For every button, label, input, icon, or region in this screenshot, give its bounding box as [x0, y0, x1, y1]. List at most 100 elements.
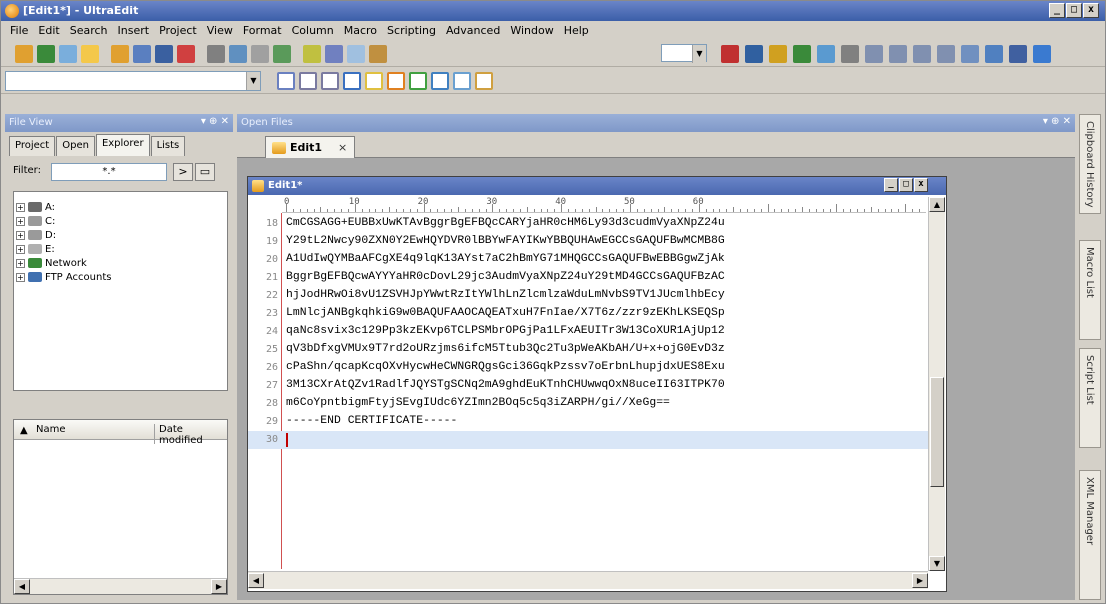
expand-icon[interactable]: + — [16, 258, 25, 268]
toolbar-button-icon[interactable] — [431, 72, 449, 90]
toolbar-button-icon[interactable] — [299, 72, 317, 90]
tree-item[interactable]: + FTP Accounts — [16, 270, 111, 284]
line-text[interactable]: A1UdIwQYMBaAFCgXE4q9lqK13AYst7aC2hBmYG71… — [286, 253, 725, 265]
tab-lists[interactable]: Lists — [150, 136, 186, 156]
side-tab-xml-manager[interactable]: XML Manager — [1079, 470, 1101, 600]
editor-line[interactable]: 26 cPaShn/qcapKcqOXvHycwHeCWNGRQgsGci36Gq… — [248, 359, 928, 377]
line-text[interactable]: m6CoYpntbigmFtyjSEvgIUdc6YZImn2BOq5c5q3i… — [286, 397, 670, 409]
menu-file[interactable]: File — [5, 22, 33, 40]
editor-close-button[interactable]: x — [914, 178, 928, 192]
editor-line[interactable]: 21 BggrBgEFBQcwAYYYaHR0cDovL29jc3AudmVyaX… — [248, 269, 928, 287]
toolbar-button-icon[interactable] — [111, 45, 129, 63]
tree-item[interactable]: + A: — [16, 200, 55, 214]
toolbar-button-icon[interactable] — [865, 45, 883, 63]
toolbar-button-icon[interactable] — [155, 45, 173, 63]
line-text[interactable]: LmNlcjANBgkqhkiG9w0BAQUFAAOCAQEATxuH7FnI… — [286, 307, 725, 319]
menu-insert[interactable]: Insert — [113, 22, 155, 40]
menu-edit[interactable]: Edit — [33, 22, 64, 40]
editor-line[interactable]: 29 -----END CERTIFICATE----- — [248, 413, 928, 431]
expand-icon[interactable]: + — [16, 244, 25, 254]
editor-line[interactable]: 30 — [248, 431, 928, 449]
toolbar-button-icon[interactable] — [409, 72, 427, 90]
close-tab-icon[interactable]: × — [338, 141, 347, 154]
toolbar-button-icon[interactable] — [273, 45, 291, 63]
scroll-right-icon[interactable]: ▶ — [912, 573, 928, 588]
menu-view[interactable]: View — [202, 22, 238, 40]
name-column-header[interactable]: Name — [36, 424, 66, 435]
editor-line[interactable]: 20 A1UdIwQYMBaAFCgXE4q9lqK13AYst7aC2hBmYG… — [248, 251, 928, 269]
toolbar-button-icon[interactable] — [133, 45, 151, 63]
toolbar-button-icon[interactable] — [59, 45, 77, 63]
editor-line[interactable]: 24 qaNc8svix3c129Pp3kzEKvp6TCLPSMbrOPGjPa… — [248, 323, 928, 341]
editor-line[interactable]: 18 CmCGSAGG+EUBBxUwKTAvBggrBgEFBQcCARYjaH… — [248, 215, 928, 233]
editor-maximize-button[interactable]: □ — [899, 178, 913, 192]
filter-apply-button[interactable]: > — [173, 163, 193, 181]
tree-item[interactable]: + Network — [16, 256, 87, 270]
toolbar-button-icon[interactable] — [745, 45, 763, 63]
toolbar-button-icon[interactable] — [321, 72, 339, 90]
toolbar-button-icon[interactable] — [961, 45, 979, 63]
toolbar-button-icon[interactable] — [721, 45, 739, 63]
menu-search[interactable]: Search — [65, 22, 113, 40]
filter-folder-button[interactable]: ▭ — [195, 163, 215, 181]
tree-item[interactable]: + E: — [16, 242, 55, 256]
tab-project[interactable]: Project — [9, 136, 56, 156]
editor-line[interactable]: 23 LmNlcjANBgkqhkiG9w0BAQUFAAOCAQEATxuH7F… — [248, 305, 928, 323]
editor-vscrollbar[interactable]: ▲ ▼ — [928, 197, 945, 571]
toolbar-button-icon[interactable] — [343, 72, 361, 90]
menu-window[interactable]: Window — [505, 22, 558, 40]
date-modified-column-header[interactable]: Date modified — [154, 424, 227, 446]
toolbar-button-icon[interactable] — [303, 45, 321, 63]
line-text[interactable]: CmCGSAGG+EUBBxUwKTAvBggrBgEFBQcCARYjaHR0… — [286, 217, 725, 229]
minimize-button[interactable]: _ — [1049, 3, 1065, 18]
scroll-left-icon[interactable]: ◀ — [14, 579, 30, 594]
function-list-combo[interactable]: ▼ — [5, 71, 261, 91]
toolbar-button-icon[interactable] — [387, 72, 405, 90]
menu-scripting[interactable]: Scripting — [382, 22, 441, 40]
side-tab-macro-list[interactable]: Macro List — [1079, 240, 1101, 340]
editor-hscrollbar[interactable]: ◀ ▶ — [248, 571, 928, 589]
filter-input[interactable]: *.* — [51, 163, 167, 181]
zoom-combo[interactable]: ▼ — [661, 44, 707, 63]
toolbar-button-icon[interactable] — [369, 45, 387, 63]
toolbar-button-icon[interactable] — [347, 45, 365, 63]
side-tab-clipboard-history[interactable]: Clipboard History — [1079, 114, 1101, 214]
file-list-hscrollbar[interactable]: ◀ ▶ — [14, 578, 227, 594]
toolbar-button-icon[interactable] — [365, 72, 383, 90]
expand-icon[interactable]: + — [16, 216, 25, 226]
editor-line[interactable]: 25 qV3bDfxgVMUx9T7rd2oURzjms6ifcM5Ttub3Qc… — [248, 341, 928, 359]
toolbar-button-icon[interactable] — [277, 72, 295, 90]
toolbar-button-icon[interactable] — [453, 72, 471, 90]
scroll-right-icon[interactable]: ▶ — [211, 579, 227, 594]
tab-edit1[interactable]: Edit1 × — [265, 136, 355, 158]
toolbar-button-icon[interactable] — [769, 45, 787, 63]
menu-project[interactable]: Project — [154, 22, 202, 40]
panel-controls[interactable]: ▾ ⊕ ✕ — [1043, 116, 1071, 127]
toolbar-button-icon[interactable] — [1033, 45, 1051, 63]
expand-icon[interactable]: + — [16, 272, 25, 282]
scroll-down-icon[interactable]: ▼ — [929, 556, 945, 571]
toolbar-button-icon[interactable] — [985, 45, 1003, 63]
scroll-left-icon[interactable]: ◀ — [248, 573, 264, 588]
toolbar-button-icon[interactable] — [475, 72, 493, 90]
editor-line[interactable]: 19 Y29tL2Nwcy90ZXN0Y2EwHQYDVR0lBBYwFAYIKw… — [248, 233, 928, 251]
toolbar-button-icon[interactable] — [841, 45, 859, 63]
toolbar-button-icon[interactable] — [913, 45, 931, 63]
line-text[interactable]: qaNc8svix3c129Pp3kzEKvp6TCLPSMbrOPGjPa1L… — [286, 325, 725, 337]
editor-minimize-button[interactable]: _ — [884, 178, 898, 192]
line-text[interactable]: cPaShn/qcapKcqOXvHycwHeCWNGRQgsGci36GqkP… — [286, 361, 725, 373]
line-text[interactable]: -----END CERTIFICATE----- — [286, 415, 457, 427]
toolbar-button-icon[interactable] — [793, 45, 811, 63]
editor-line[interactable]: 28 m6CoYpntbigmFtyjSEvgIUdc6YZImn2BOq5c5q… — [248, 395, 928, 413]
tree-item[interactable]: + C: — [16, 214, 55, 228]
line-text[interactable]: Y29tL2Nwcy90ZXN0Y2EwHQYDVR0lBBYwFAYIKwYB… — [286, 235, 725, 247]
toolbar-button-icon[interactable] — [229, 45, 247, 63]
line-text[interactable]: hjJodHRwOi8vU1ZSVHJpYWwtRzItYWlhLnZlcmlz… — [286, 289, 725, 301]
close-button[interactable]: x — [1083, 3, 1099, 18]
expand-icon[interactable]: + — [16, 230, 25, 240]
panel-controls[interactable]: ▾ ⊕ ✕ — [201, 116, 229, 127]
toolbar-button-icon[interactable] — [207, 45, 225, 63]
editor-line[interactable]: 27 3M13CXrAtQZv1RadlfJQYSTgSCNq2mA9ghdEuK… — [248, 377, 928, 395]
toolbar-button-icon[interactable] — [251, 45, 269, 63]
line-text[interactable]: BggrBgEFBQcwAYYYaHR0cDovL29jc3AudmVyaXNp… — [286, 271, 725, 283]
